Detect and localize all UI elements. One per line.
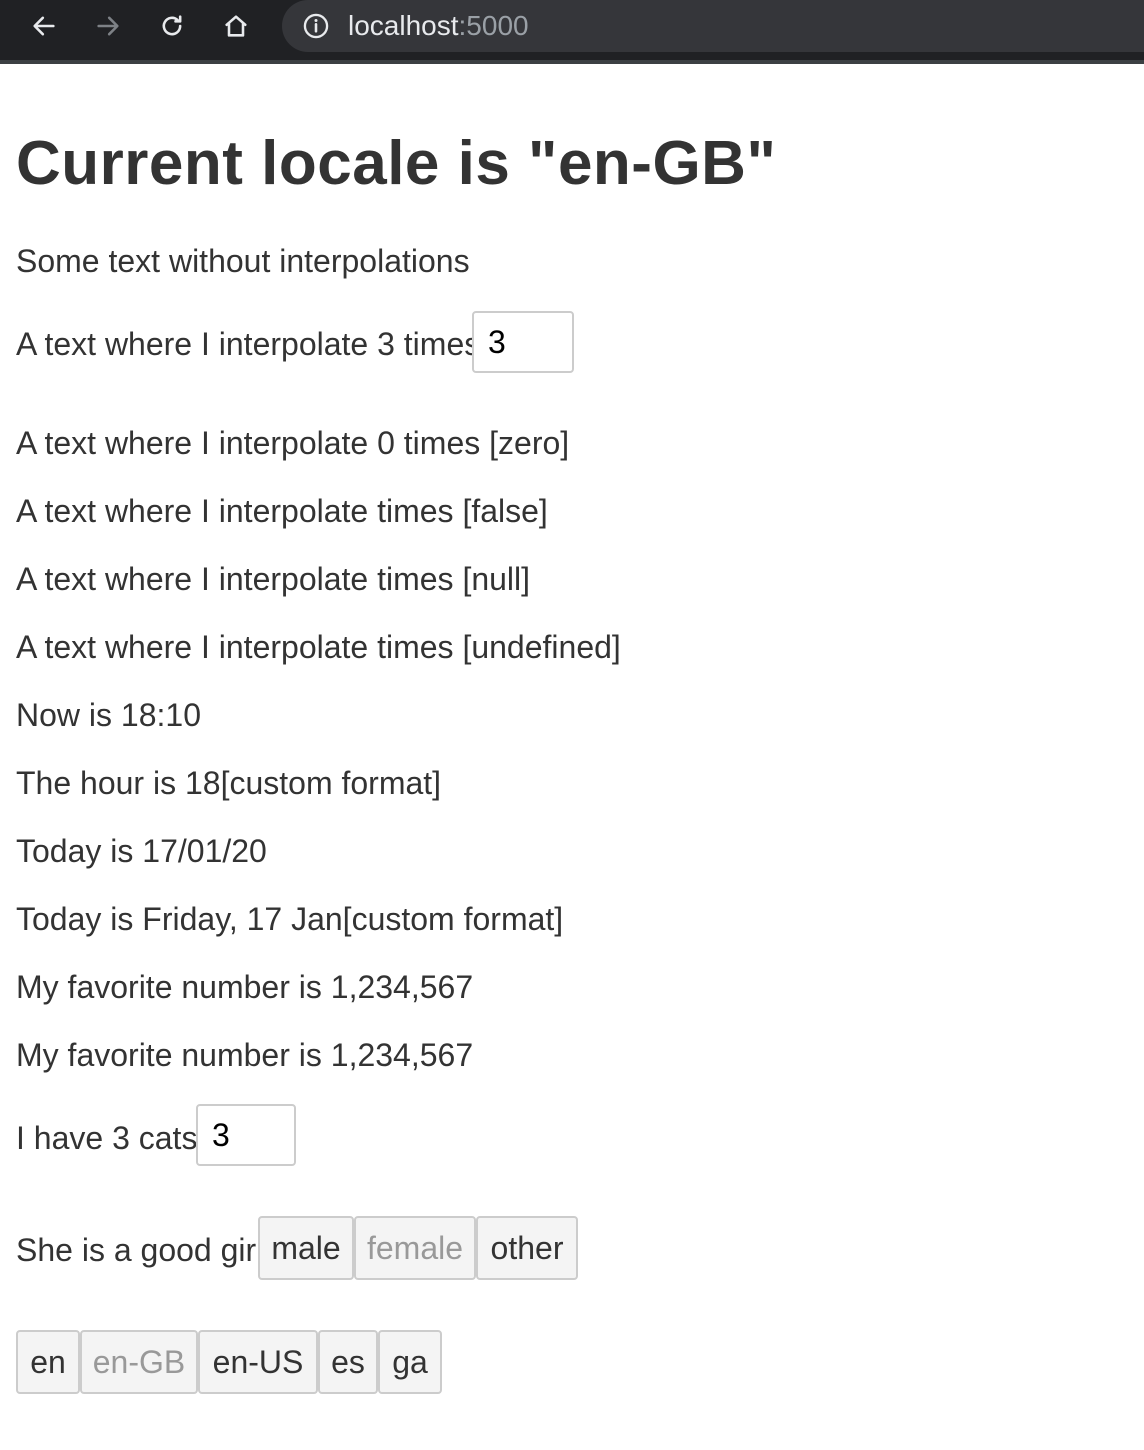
url-text: localhost:5000 bbox=[348, 9, 529, 43]
text-interpolate-false: A text where I interpolate times [false] bbox=[16, 493, 548, 529]
text-now: Now is 18:10 bbox=[16, 697, 201, 733]
text-today-long: Today is Friday, 17 Jan[custom format] bbox=[16, 901, 564, 937]
locale-ga-button[interactable]: ga bbox=[378, 1330, 442, 1394]
text-interpolate-null: A text where I interpolate times [null] bbox=[16, 561, 531, 597]
address-bar[interactable]: localhost:5000 bbox=[282, 0, 1144, 52]
page-title: Current locale is "en-GB" bbox=[16, 129, 777, 198]
url-port: :5000 bbox=[458, 10, 529, 41]
text-interpolate-undefined: A text where I interpolate times [undefi… bbox=[16, 629, 621, 665]
text-favorite-number-1: My favorite number is 1,234,567 bbox=[16, 969, 474, 1005]
gender-female-button[interactable]: female bbox=[354, 1216, 476, 1280]
text-cats: I have 3 cats bbox=[16, 1120, 198, 1156]
info-icon bbox=[303, 13, 329, 39]
text-interpolate-zero: A text where I interpolate 0 times [zero… bbox=[16, 425, 570, 461]
home-icon bbox=[225, 15, 247, 37]
text-today-short: Today is 17/01/20 bbox=[16, 833, 267, 869]
cats-input[interactable] bbox=[196, 1104, 296, 1166]
times-input[interactable] bbox=[472, 311, 574, 373]
locale-es-button[interactable]: es bbox=[318, 1330, 378, 1394]
locale-en-gb-button[interactable]: en-GB bbox=[80, 1330, 198, 1394]
locale-en-us-button[interactable]: en-US bbox=[198, 1330, 318, 1394]
home-button[interactable] bbox=[216, 6, 256, 46]
gender-other-button[interactable]: other bbox=[476, 1216, 578, 1280]
forward-button[interactable] bbox=[88, 6, 128, 46]
url-host: localhost bbox=[348, 10, 459, 41]
gender-male-button[interactable]: male bbox=[258, 1216, 354, 1280]
text-gender: She is a good girl bbox=[16, 1232, 264, 1268]
browser-toolbar: localhost:5000 bbox=[0, 0, 1144, 64]
text-interpolate-three: A text where I interpolate 3 times bbox=[16, 326, 481, 362]
locale-en-button[interactable]: en bbox=[16, 1330, 80, 1394]
text-favorite-number-2: My favorite number is 1,234,567 bbox=[16, 1037, 474, 1073]
arrow-right-icon bbox=[97, 16, 119, 36]
back-button[interactable] bbox=[24, 6, 64, 46]
arrow-left-icon bbox=[33, 16, 55, 36]
reload-button[interactable] bbox=[152, 6, 192, 46]
reload-icon bbox=[162, 15, 182, 36]
text-hour: The hour is 18[custom format] bbox=[16, 765, 442, 801]
text-no-interpolations: Some text without interpolations bbox=[16, 243, 470, 279]
